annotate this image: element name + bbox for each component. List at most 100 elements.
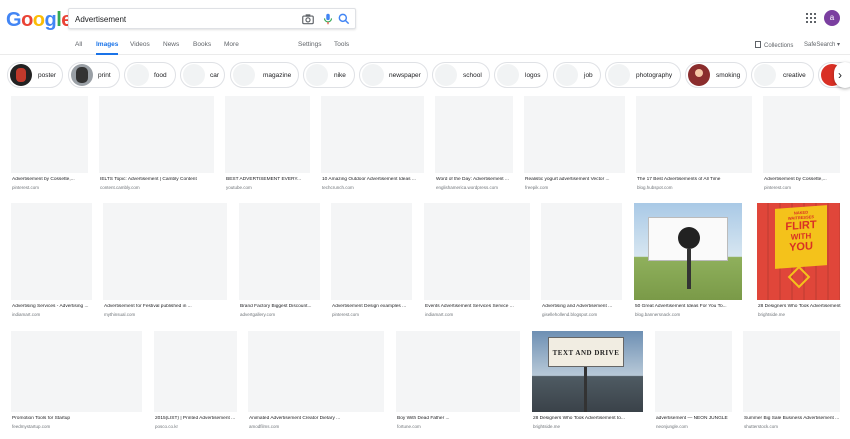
chevron-right-icon[interactable]: › [834,62,850,88]
result-thumbnail[interactable] [396,331,520,412]
tab-more[interactable]: More [224,41,239,55]
settings-link[interactable]: Settings [298,41,322,55]
result-caption[interactable]: Advertisement Design examples ... [332,304,413,309]
result-caption[interactable]: Advertising and Advertisement ... [542,304,623,309]
tab-books[interactable]: Books [193,41,211,55]
result-caption[interactable]: 2015(LIST) | Printed Advertisement ... [155,416,238,421]
result-thumbnail[interactable] [99,96,214,173]
image-result[interactable]: Events Advertisement Services Service ..… [424,203,530,320]
result-thumbnail[interactable]: NAKED WAITRESSES FLIRT WITH YOU [757,203,840,300]
image-result[interactable]: The 17 Best Advertisements of All Time bl… [636,96,752,192]
result-thumbnail[interactable] [321,96,424,173]
avatar[interactable]: a [824,10,840,26]
image-result[interactable]: 10 Amazing Outdoor Advertisement Ideas .… [321,96,424,192]
chip-logos[interactable]: logos [494,62,548,88]
result-thumbnail[interactable] [541,203,622,300]
tab-all[interactable]: All [75,41,82,55]
chip-job[interactable]: job [553,62,601,88]
result-caption[interactable]: Advertising Services - Advertising ... [12,304,93,309]
image-result[interactable]: Advertisement for Festival published in … [103,203,227,320]
chip-food[interactable]: food [124,62,176,88]
result-caption[interactable]: Advertisement for Festival published in … [104,304,228,309]
result-caption[interactable]: advertisement — NEON JUNGLE [656,416,733,421]
result-caption[interactable]: BEST ADVERTISEMENT EVERY... [226,177,311,182]
safesearch-menu[interactable]: SafeSearch ▾ [804,41,840,48]
camera-icon[interactable] [301,12,315,26]
result-caption[interactable]: Promotion Tools for Startup [12,416,143,421]
tab-videos[interactable]: Videos [130,41,150,55]
search-input[interactable] [75,11,285,27]
result-thumbnail[interactable] [239,203,320,300]
tab-images[interactable]: Images [96,41,119,55]
result-caption[interactable]: Realistic yogurt advertisement Vector ..… [525,177,626,182]
result-caption[interactable]: The 17 Best Advertisements of All Time [637,177,753,182]
result-caption[interactable]: 50 Great Advertisement Ideas For You To.… [635,304,743,309]
result-caption[interactable]: Word of the Day: Advertisement ... [436,177,514,182]
microphone-icon[interactable] [321,12,335,26]
image-result[interactable]: Summer Big Sale Business Advertisement .… [743,331,840,436]
result-thumbnail[interactable] [634,203,742,300]
result-thumbnail[interactable] [763,96,840,173]
search-icon[interactable] [337,12,351,26]
result-thumbnail[interactable] [435,96,513,173]
result-thumbnail[interactable] [331,203,412,300]
image-result[interactable]: advertisement — NEON JUNGLE neonjungle.co… [655,331,732,436]
result-thumbnail[interactable] [424,203,530,300]
image-result[interactable]: Advertisement by Cossette,... pinterest.c… [11,96,88,192]
image-result[interactable]: TEXT AND DRIVE 28 Designers Who Took Adv… [532,331,643,436]
result-thumbnail[interactable] [103,203,227,300]
result-thumbnail[interactable] [11,203,92,300]
result-caption[interactable]: Brand Factory Biggest Discount... [240,304,321,309]
result-caption[interactable]: Animated Advertisement Creator Dietary .… [249,416,385,421]
result-caption[interactable]: 10 Amazing Outdoor Advertisement Ideas .… [322,177,425,182]
result-thumbnail[interactable] [11,96,88,173]
chip-magazine[interactable]: magazine [230,62,299,88]
chip-newspaper[interactable]: newspaper [359,62,428,88]
chip-school[interactable]: school [432,62,490,88]
image-result[interactable]: Brand Factory Biggest Discount... advertg… [239,203,320,320]
image-result[interactable]: IELTS Topic: Advertisement | Cambly Cont… [99,96,214,192]
image-result[interactable]: 2015(LIST) | Printed Advertisement ... po… [154,331,237,436]
image-result[interactable]: NAKED WAITRESSES FLIRT WITH YOU 28 Desig… [757,203,841,320]
image-result[interactable]: Realistic yogurt advertisement Vector ..… [524,96,625,192]
image-result[interactable]: Advertising and Advertisement ... giselle… [541,203,622,320]
image-result[interactable]: Word of the Day: Advertisement ... englis… [435,96,513,192]
image-result[interactable]: 50 Great Advertisement Ideas For You To.… [634,203,742,320]
result-caption[interactable]: Boy With Dead Father ... [397,416,521,421]
result-thumbnail[interactable] [743,331,840,412]
chip-nike[interactable]: nike [303,62,355,88]
chip-print[interactable]: print [68,62,120,88]
result-thumbnail[interactable] [655,331,732,412]
chip-poster[interactable]: poster [7,62,63,88]
result-thumbnail[interactable] [524,96,625,173]
tab-news[interactable]: News [163,41,179,55]
result-thumbnail[interactable] [225,96,310,173]
image-result[interactable]: Boy With Dead Father ... fortune.com [396,331,520,436]
collections-link[interactable]: Collections [755,41,793,49]
chip-car[interactable]: car [180,62,225,88]
result-thumbnail[interactable]: TEXT AND DRIVE [532,331,643,412]
chip-creative[interactable]: creative [751,62,814,88]
result-thumbnail[interactable] [248,331,384,412]
result-thumbnail[interactable] [11,331,142,412]
chip-photography[interactable]: photography [605,62,681,88]
result-caption[interactable]: IELTS Topic: Advertisement | Cambly Cont… [100,177,215,182]
image-result[interactable]: Advertising Services - Advertising ... in… [11,203,92,320]
image-result[interactable]: Advertisement Design examples ... pintere… [331,203,412,320]
result-thumbnail[interactable] [154,331,237,412]
tools-link[interactable]: Tools [334,41,349,55]
image-result[interactable]: Advertisement by Cossette,... pinterest.c… [763,96,840,192]
result-caption[interactable]: 28 Designers Who Took Advertisement to..… [533,416,644,421]
image-result[interactable]: BEST ADVERTISEMENT EVERY... youtube.com [225,96,310,192]
result-caption[interactable]: Summer Big Sale Business Advertisement .… [744,416,841,421]
image-result[interactable]: Animated Advertisement Creator Dietary .… [248,331,384,436]
apps-grid-icon[interactable] [806,13,816,23]
result-caption[interactable]: Advertisement by Cossette,... [12,177,89,182]
result-caption[interactable]: Events Advertisement Services Service ..… [425,304,531,309]
result-thumbnail[interactable] [636,96,752,173]
google-logo[interactable]: Google [6,10,72,30]
result-caption[interactable]: 28 Designers Who Took Advertisement... [758,304,841,309]
image-result[interactable]: Promotion Tools for Startup feedmystartup… [11,331,142,436]
chip-smoking[interactable]: smoking [685,62,747,88]
result-caption[interactable]: Advertisement by Cossette,... [764,177,841,182]
